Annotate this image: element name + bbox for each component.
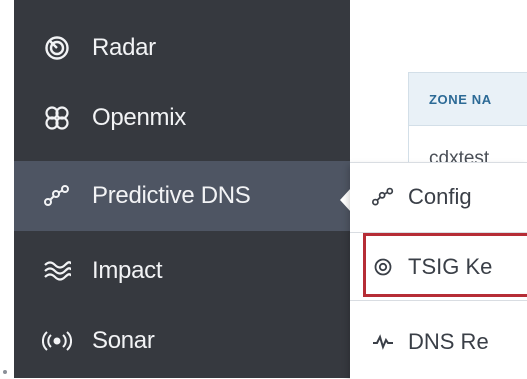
sidebar-item-label: Impact xyxy=(92,257,163,284)
sidebar-item-label: Radar xyxy=(92,34,156,61)
sidebar-item-label: Sonar xyxy=(92,327,155,354)
sidebar-item-impact[interactable]: Impact xyxy=(14,236,350,306)
gutter-dot xyxy=(3,370,7,374)
table-row[interactable]: cdxtest xyxy=(409,126,527,164)
menu-item-config[interactable]: Config xyxy=(350,167,527,227)
sonar-icon xyxy=(40,326,74,356)
menu-item-label: DNS Re xyxy=(408,329,489,354)
predictive-dns-icon xyxy=(40,181,74,211)
impact-icon xyxy=(40,256,74,286)
zone-name-column-header[interactable]: ZONE NA xyxy=(409,73,527,126)
zone-table: ZONE NA cdxtest xyxy=(408,72,527,166)
sidebar: Radar Openmix Predictive DNS Impact Sona… xyxy=(14,0,350,378)
menu-item-dns-reports[interactable]: DNS Re xyxy=(350,312,527,372)
left-gutter xyxy=(0,0,14,378)
openmix-icon xyxy=(40,103,74,133)
menu-item-label: Config xyxy=(408,184,472,209)
sidebar-item-sonar[interactable]: Sonar xyxy=(14,306,350,376)
tsig-keys-highlight xyxy=(363,233,527,297)
config-icon xyxy=(370,184,396,210)
menu-divider xyxy=(350,300,527,301)
sidebar-item-openmix[interactable]: Openmix xyxy=(14,83,350,153)
radar-icon xyxy=(40,33,74,63)
sidebar-item-predictive-dns[interactable]: Predictive DNS xyxy=(14,161,350,231)
dns-report-icon xyxy=(370,329,396,355)
sidebar-item-label: Openmix xyxy=(92,104,186,131)
sidebar-item-label: Predictive DNS xyxy=(92,182,251,209)
sidebar-item-radar[interactable]: Radar xyxy=(14,13,350,83)
